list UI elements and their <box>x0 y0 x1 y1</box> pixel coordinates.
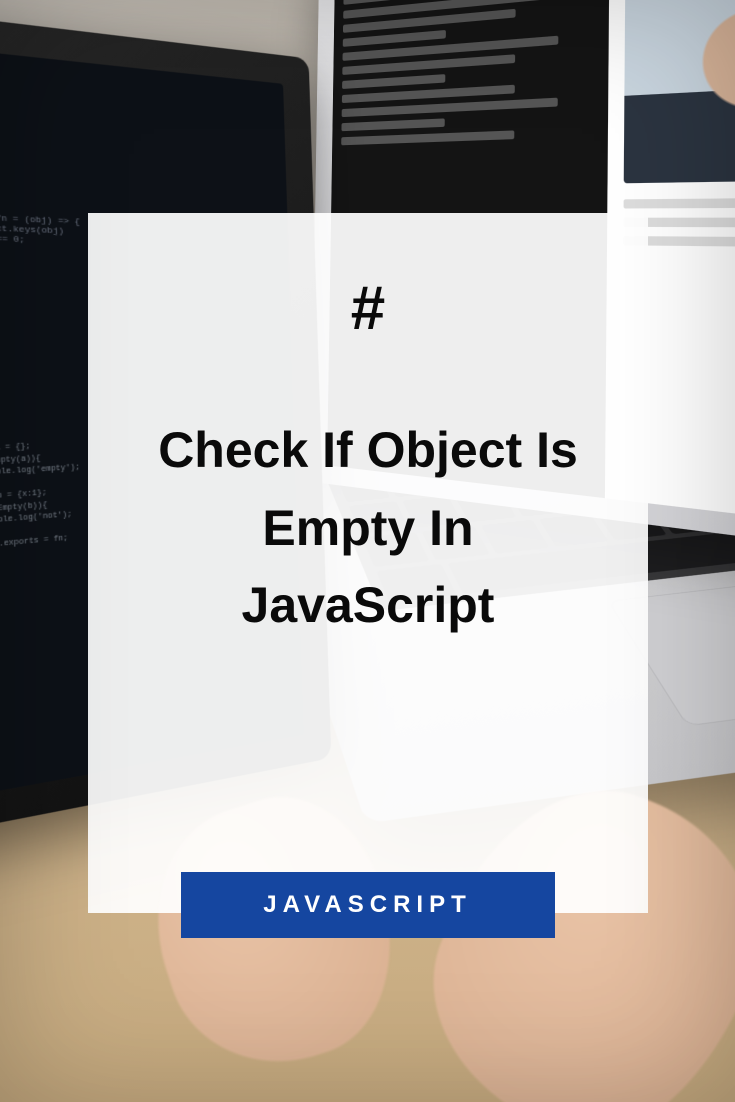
card-title: Check If Object Is Empty In JavaScript <box>136 412 600 645</box>
category-badge-label: JAVASCRIPT <box>263 891 471 919</box>
graphic-card: $ npm run dev > build compiling modules.… <box>0 0 735 1102</box>
category-badge: JAVASCRIPT <box>181 872 555 938</box>
title-card: # Check If Object Is Empty In JavaScript <box>88 213 648 913</box>
hash-icon: # <box>351 273 385 344</box>
webpage-hero-photo <box>623 0 735 183</box>
